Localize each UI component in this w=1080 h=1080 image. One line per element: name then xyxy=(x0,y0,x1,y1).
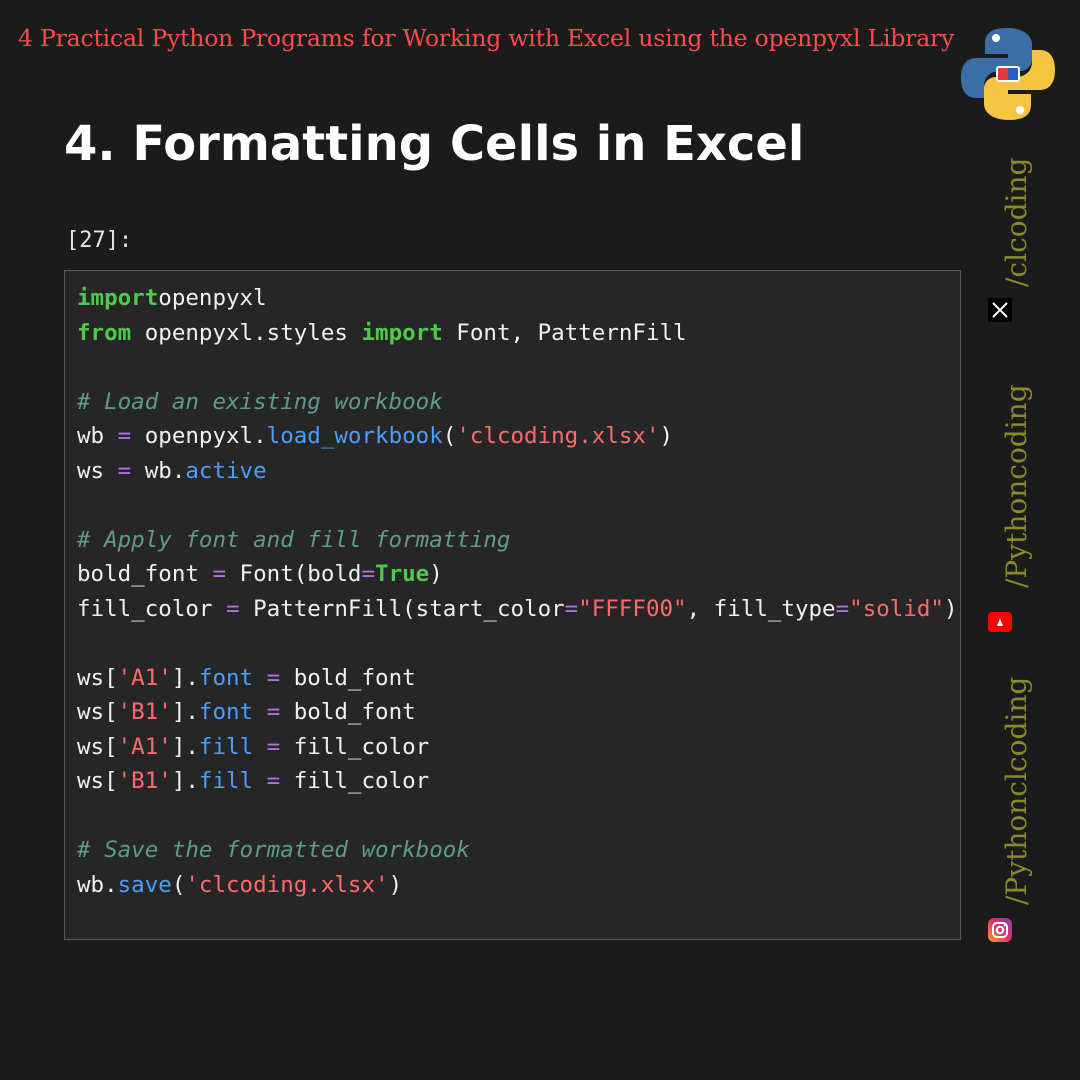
code-token: openpyxl. xyxy=(131,423,267,449)
code-token: ) xyxy=(943,595,958,622)
code-token: ( xyxy=(171,871,186,898)
code-token: ws xyxy=(77,457,118,484)
code-token: = xyxy=(212,561,227,587)
code-token: ]. xyxy=(171,664,199,691)
code-line: # Save the formatted workbook xyxy=(77,837,470,863)
page-header-title: 4 Practical Python Programs for Working … xyxy=(18,24,955,52)
code-token: openpyxl xyxy=(158,285,267,311)
code-token: # Apply font and fill formatting xyxy=(77,526,511,553)
youtube-icon[interactable] xyxy=(988,610,1012,634)
code-token: 'clcoding.xlsx' xyxy=(185,871,389,898)
code-token: wb. xyxy=(77,871,118,898)
instagram-handle: /Pythonclcoding xyxy=(1000,676,1033,905)
code-token: 'B1' xyxy=(117,768,172,794)
code-token: openpyxl.styles xyxy=(131,319,362,346)
code-token: ) xyxy=(659,423,674,449)
code-token: = xyxy=(564,595,579,622)
code-token: = xyxy=(361,561,376,587)
code-token: ]. xyxy=(171,733,199,760)
code-token: = xyxy=(117,457,132,484)
code-token: fill_color xyxy=(280,768,430,794)
code-token: = xyxy=(266,664,281,691)
code-token: ) xyxy=(429,561,443,587)
code-token: ws[ xyxy=(77,733,118,760)
code-block: importopenpyxl from openpyxl.styles impo… xyxy=(77,281,960,902)
x-icon[interactable] xyxy=(988,298,1012,322)
code-token: Font(bold xyxy=(226,561,362,587)
code-token: ( xyxy=(442,423,457,449)
code-token: , fill_type xyxy=(686,595,836,622)
code-token: fill_color xyxy=(77,595,227,622)
code-token: Font, PatternFill xyxy=(442,319,687,346)
code-token: bold_font xyxy=(77,561,213,587)
python-logo-icon xyxy=(961,28,1055,120)
code-token: True xyxy=(375,561,430,587)
code-token: ws[ xyxy=(77,768,118,794)
code-token: import xyxy=(361,319,443,346)
code-token: save xyxy=(117,871,172,898)
code-line: # Load an existing workbook xyxy=(77,389,443,415)
code-line: ws['A1'].font = bold_font xyxy=(77,665,416,691)
code-line: fill_color = PatternFill(start_color="FF… xyxy=(77,596,958,622)
code-line: ws = wb.active xyxy=(77,458,267,484)
code-token: ws[ xyxy=(77,699,118,725)
code-line: bold_font = Font(bold=True) xyxy=(77,561,443,587)
code-token: = xyxy=(226,595,240,622)
code-line: from openpyxl.styles import Font, Patter… xyxy=(77,320,687,346)
code-token: wb xyxy=(77,423,118,449)
code-line: ws['A1'].fill = fill_color xyxy=(77,734,429,760)
code-line: ws['B1'].font = bold_font xyxy=(77,699,416,725)
code-token: "FFFF00" xyxy=(578,595,687,622)
code-token: = xyxy=(835,595,850,622)
code-line: wb = openpyxl.load_workbook('clcoding.xl… xyxy=(77,423,673,449)
code-token: = xyxy=(117,423,132,449)
code-token: bold_font xyxy=(280,699,416,725)
code-token: ws[ xyxy=(77,664,118,691)
code-token: ]. xyxy=(171,768,199,794)
twitter-handle: /clcoding xyxy=(1000,157,1033,287)
code-token: = xyxy=(266,733,281,760)
code-line: ws['B1'].fill = fill_color xyxy=(77,768,429,794)
code-token: 'B1' xyxy=(117,699,172,725)
code-token: fill_color xyxy=(280,733,430,760)
code-token: 'A1' xyxy=(117,664,172,691)
code-line: # Apply font and fill formatting xyxy=(77,527,510,553)
code-line: wb.save('clcoding.xlsx') xyxy=(77,872,402,898)
code-line: importopenpyxl xyxy=(77,285,267,311)
code-token: 'clcoding.xlsx' xyxy=(456,423,660,449)
code-token: active xyxy=(185,457,267,484)
code-token: font xyxy=(198,664,254,691)
code-token: ]. xyxy=(171,699,199,725)
code-token: PatternFill(start_color xyxy=(239,595,565,622)
code-token: ) xyxy=(388,871,403,898)
code-token: = xyxy=(266,768,281,794)
code-token: "solid" xyxy=(849,595,944,622)
code-token: fill xyxy=(198,768,254,794)
code-token: font xyxy=(198,699,254,725)
youtube-handle: /Pythoncoding xyxy=(1000,384,1033,588)
code-token: wb. xyxy=(131,457,186,484)
code-cell[interactable]: importopenpyxl from openpyxl.styles impo… xyxy=(64,270,961,940)
section-heading: 4. Formatting Cells in Excel xyxy=(64,116,805,172)
code-token: # Save the formatted workbook xyxy=(77,837,470,863)
cell-execution-prompt: [27]: xyxy=(66,228,133,253)
code-token: # Load an existing workbook xyxy=(77,388,443,415)
code-token: bold_font xyxy=(280,664,416,691)
code-token: 'A1' xyxy=(117,733,172,760)
code-token: fill xyxy=(198,733,254,760)
code-token: from xyxy=(77,319,132,346)
code-token: import xyxy=(77,285,159,311)
code-token: load_workbook xyxy=(266,423,443,449)
code-token: = xyxy=(266,699,281,725)
instagram-icon[interactable] xyxy=(988,918,1012,942)
